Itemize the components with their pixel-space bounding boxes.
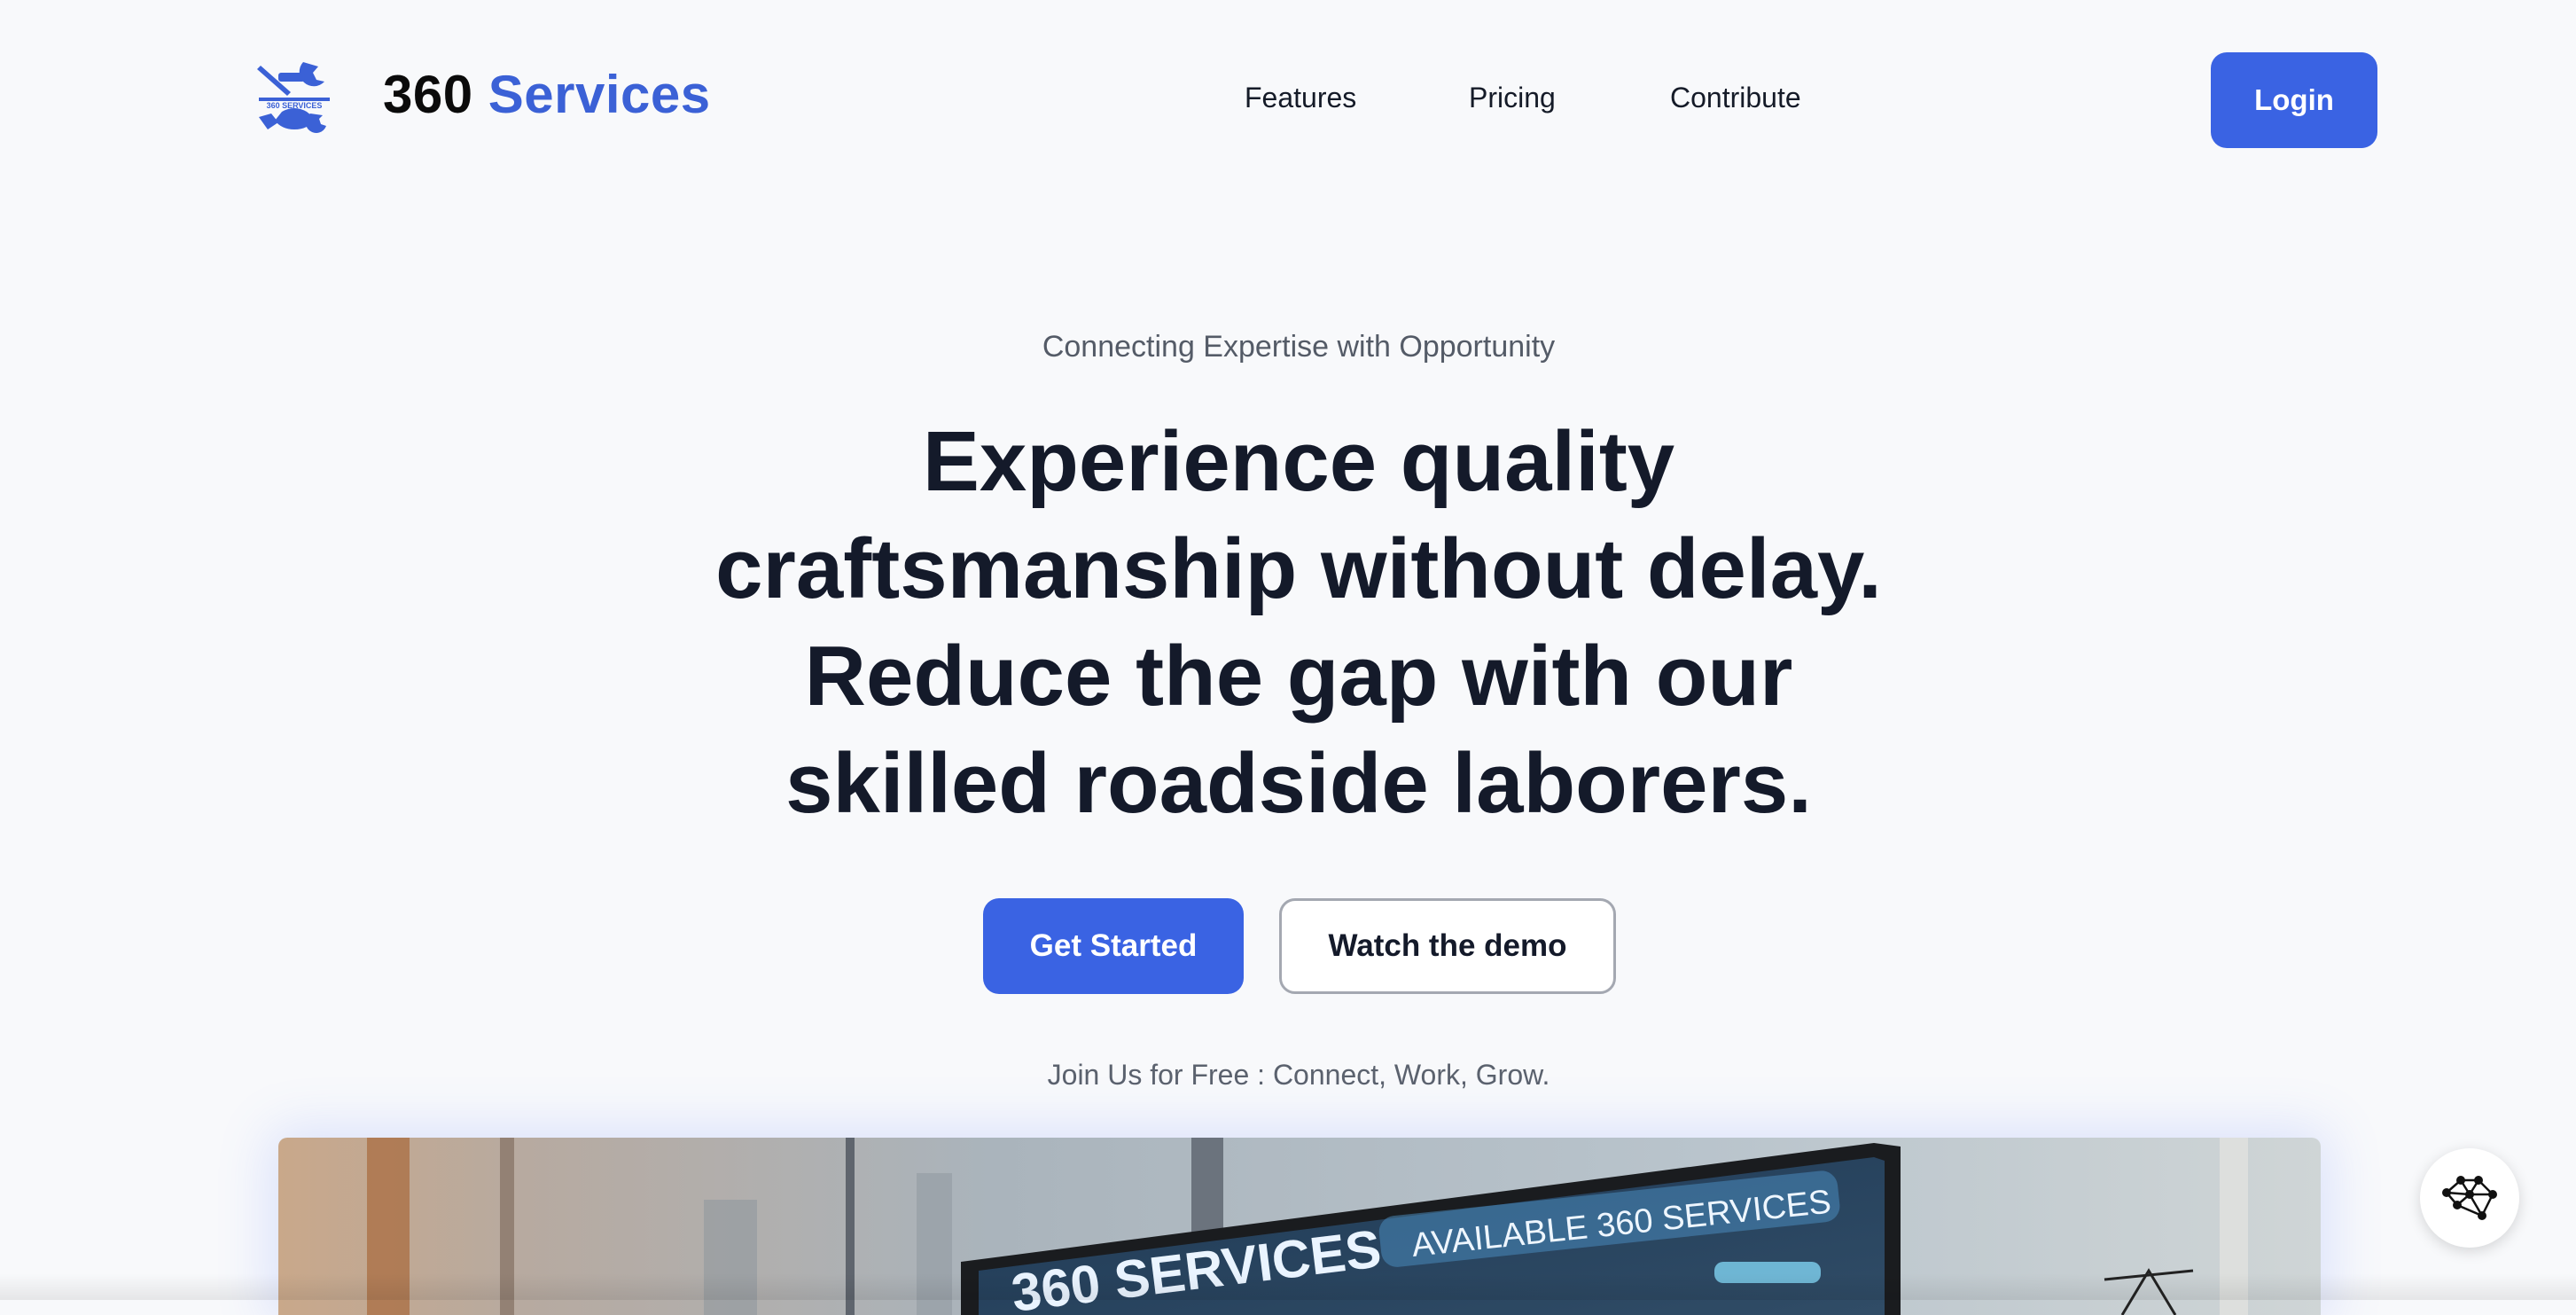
headline-line-2: craftsmanship without delay. bbox=[715, 521, 1882, 616]
logo-text: 360 SERVICES bbox=[267, 101, 323, 110]
nav-link-contribute[interactable]: Contribute bbox=[1670, 82, 1801, 114]
nav-link-pricing[interactable]: Pricing bbox=[1469, 82, 1556, 114]
hero-cta-row: Get Started Watch the demo bbox=[0, 898, 2576, 996]
site-header: 360 SERVICES 360 Services Features Prici… bbox=[0, 0, 2576, 200]
hero-eyebrow: Connecting Expertise with Opportunity bbox=[1042, 330, 1556, 364]
brand-name[interactable]: 360 Services bbox=[383, 64, 711, 125]
nav-link-features[interactable]: Features bbox=[1245, 82, 1356, 114]
headline-line-4: skilled roadside laborers. bbox=[785, 736, 1812, 831]
login-button[interactable]: Login bbox=[2211, 52, 2377, 148]
bottom-shadow bbox=[0, 1273, 2576, 1300]
hero-subtext: Join Us for Free : Connect, Work, Grow. bbox=[1047, 1059, 1550, 1091]
headline-line-3: Reduce the gap with our bbox=[804, 629, 1793, 724]
brand-name-part2: Services bbox=[488, 65, 711, 124]
hero-headline: Experience quality craftsmanship without… bbox=[667, 408, 1930, 837]
headline-line-1: Experience quality bbox=[922, 414, 1675, 509]
wrench-crossed-logo-icon[interactable]: 360 SERVICES bbox=[255, 59, 333, 138]
watch-demo-button[interactable]: Watch the demo bbox=[1279, 898, 1616, 994]
get-started-button[interactable]: Get Started bbox=[983, 898, 1244, 994]
brand-name-part1: 360 bbox=[383, 65, 473, 124]
network-graph-icon[interactable] bbox=[2420, 1148, 2519, 1248]
